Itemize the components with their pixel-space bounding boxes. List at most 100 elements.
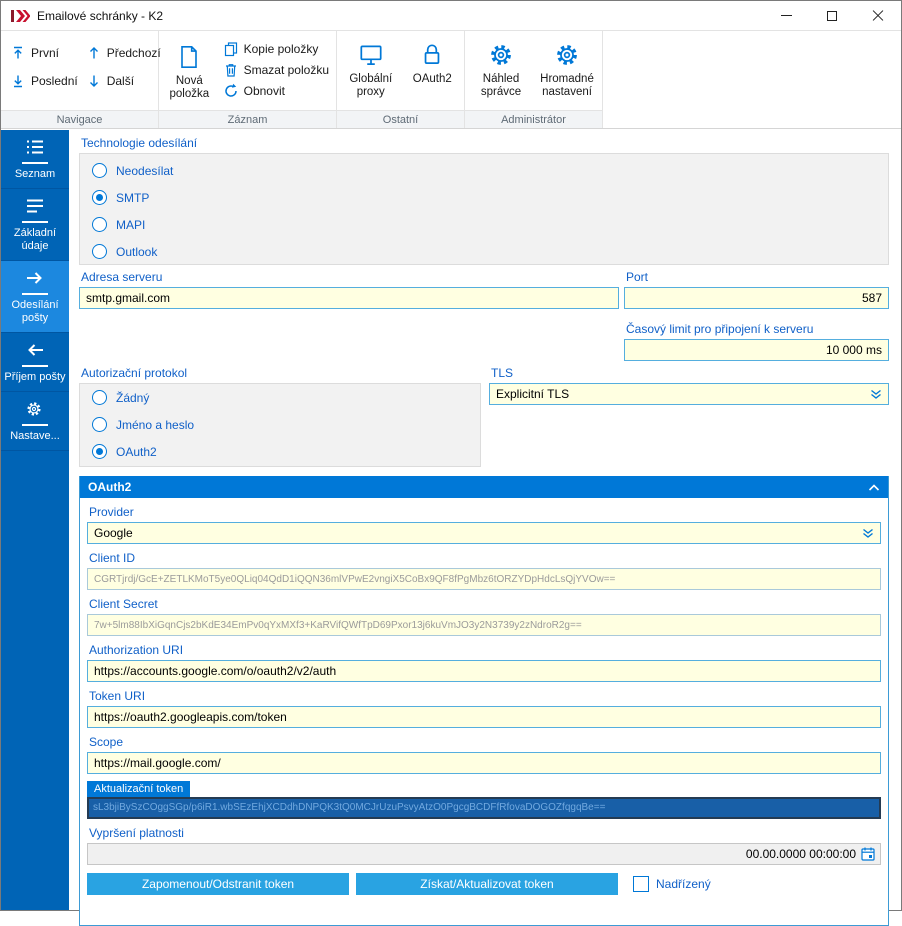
radio-circle[interactable] <box>92 217 107 232</box>
maximize-button[interactable] <box>809 1 855 30</box>
first-button[interactable]: První <box>7 40 81 65</box>
ribbon-group-other: Globální proxy OAuth2 Ostatní <box>337 31 465 128</box>
radio-neodesilat[interactable]: Neodesílat <box>80 157 888 184</box>
radio-label: OAuth2 <box>116 445 157 459</box>
refresh-token-label: Aktualizační token <box>87 781 190 797</box>
oauth2-button-label: OAuth2 <box>413 73 452 86</box>
trash-icon <box>223 62 239 78</box>
delete-item-label: Smazat položku <box>244 63 329 77</box>
expiry-input[interactable]: 00.00.0000 00:00:00 <box>87 843 881 865</box>
parent-checkbox-wrap: Nadřízený <box>633 876 711 892</box>
new-item-button[interactable]: Nová položka <box>165 35 214 110</box>
tech-group-label: Technologie odesílání <box>81 136 889 150</box>
radio-label: Outlook <box>116 245 157 259</box>
radio-circle[interactable] <box>92 244 107 259</box>
ribbon-group-navigation: První Poslední Předchozí Další Navigace <box>1 31 159 128</box>
delete-item-button[interactable]: Smazat položku <box>220 60 332 80</box>
sidebar-item-nastaveni[interactable]: Nastave... <box>1 392 69 451</box>
title-bar: Emailové schránky - K2 <box>1 1 901 31</box>
scope-input[interactable] <box>87 752 881 774</box>
provider-select[interactable]: Google <box>87 522 881 544</box>
radio-oauth2[interactable]: OAuth2 <box>80 438 480 465</box>
radio-jmeno-heslo[interactable]: Jméno a heslo <box>80 411 480 438</box>
k2-logo-icon <box>10 9 30 23</box>
token-uri-input[interactable] <box>87 706 881 728</box>
calendar-icon[interactable] <box>860 846 876 862</box>
radio-circle-checked[interactable] <box>92 444 107 459</box>
chevron-up-icon[interactable] <box>867 482 881 493</box>
arrow-down-icon <box>86 73 102 89</box>
port-input[interactable] <box>624 287 889 309</box>
authorization-uri-input[interactable] <box>87 660 881 682</box>
refresh-button[interactable]: Obnovit <box>220 81 332 101</box>
sidebar-item-prijem-posty[interactable]: Příjem pošty <box>1 333 69 392</box>
forget-token-button[interactable]: Zapomenout/Odstranit token <box>87 873 349 895</box>
oauth2-section-title: OAuth2 <box>88 480 867 494</box>
client-secret-label: Client Secret <box>89 597 881 611</box>
parent-checkbox[interactable] <box>633 876 649 892</box>
radio-label: Jméno a heslo <box>116 418 194 432</box>
auth-radio-group: Žádný Jméno a heslo OAuth2 <box>79 383 481 467</box>
client-secret-input[interactable] <box>87 614 881 636</box>
provider-selected-value: Google <box>94 526 861 540</box>
server-address-input[interactable] <box>79 287 619 309</box>
arrow-up-icon <box>86 45 102 61</box>
tls-column: TLS Explicitní TLS <box>489 366 889 467</box>
ribbon-group-administrator: Náhled správce Hromadné nastavení Admini… <box>465 31 603 128</box>
refresh-label: Obnovit <box>244 84 285 98</box>
icon-underline <box>22 221 48 223</box>
document-icon <box>175 43 203 71</box>
ribbon-group-record: Nová položka Kopie položky Smazat položk… <box>159 31 337 128</box>
close-button[interactable] <box>855 1 901 30</box>
tls-select[interactable]: Explicitní TLS <box>489 383 889 405</box>
copy-item-label: Kopie položky <box>244 42 319 56</box>
copy-icon <box>223 41 239 57</box>
bulk-settings-button[interactable]: Hromadné nastavení <box>535 33 599 110</box>
sidebar-item-zakladni-udaje[interactable]: Základní údaje <box>1 189 69 261</box>
radio-zadny[interactable]: Žádný <box>80 384 480 411</box>
chevron-down-icon <box>869 388 883 401</box>
token-uri-label: Token URI <box>89 689 881 703</box>
last-button[interactable]: Poslední <box>7 68 81 93</box>
refresh-token-input[interactable]: sL3bjiBySzCOggSGp/p6iR1.wbSEzEhjXCDdhDNP… <box>87 797 881 819</box>
sidebar-item-label: Příjem pošty <box>3 371 67 384</box>
admin-preview-button[interactable]: Náhled správce <box>469 33 533 110</box>
next-button-label: Další <box>107 74 134 88</box>
copy-item-button[interactable]: Kopie položky <box>220 39 332 59</box>
close-icon <box>872 10 884 22</box>
client-id-input[interactable] <box>87 568 881 590</box>
previous-button[interactable]: Předchozí <box>83 40 164 65</box>
window-title: Emailové schránky - K2 <box>37 9 163 23</box>
radio-outlook[interactable]: Outlook <box>80 238 888 265</box>
next-button[interactable]: Další <box>83 68 164 93</box>
ribbon-group-label-record: Záznam <box>159 110 336 128</box>
new-item-label: Nová položka <box>165 75 214 101</box>
radio-circle[interactable] <box>92 163 107 178</box>
main-content: Technologie odesílání Neodesílat SMTP MA… <box>69 130 901 910</box>
timeout-input[interactable] <box>624 339 889 361</box>
global-proxy-label: Globální proxy <box>341 73 401 99</box>
radio-circle[interactable] <box>92 417 107 432</box>
tls-label: TLS <box>491 366 889 380</box>
refresh-token-value: sL3bjiBySzCOggSGp/p6iR1.wbSEzEhjXCDdhDNP… <box>93 802 605 813</box>
sidebar-item-label: Seznam <box>3 168 67 181</box>
first-button-label: První <box>31 46 59 60</box>
radio-circle-checked[interactable] <box>92 190 107 205</box>
sidebar-item-seznam[interactable]: Seznam <box>1 130 69 189</box>
radio-mapi[interactable]: MAPI <box>80 211 888 238</box>
ribbon: První Poslední Předchozí Další Navigace … <box>1 31 901 129</box>
radio-circle[interactable] <box>92 390 107 405</box>
oauth2-button[interactable]: OAuth2 <box>403 33 463 110</box>
oauth2-section-header[interactable]: OAuth2 <box>80 476 888 498</box>
auth-protocol-label: Autorizační protokol <box>81 366 481 380</box>
sidebar-item-odesilani-posty[interactable]: Odesílání pošty <box>1 261 69 333</box>
global-proxy-button[interactable]: Globální proxy <box>341 33 401 110</box>
minimize-button[interactable] <box>763 1 809 30</box>
icon-underline <box>22 162 48 164</box>
radio-smtp[interactable]: SMTP <box>80 184 888 211</box>
timeout-label: Časový limit pro připojení k serveru <box>626 322 889 336</box>
auth-protocol-column: Autorizační protokol Žádný Jméno a heslo… <box>79 366 481 467</box>
arrow-left-icon <box>25 341 45 359</box>
radio-label: SMTP <box>116 191 149 205</box>
get-token-button[interactable]: Získat/Aktualizovat token <box>356 873 618 895</box>
